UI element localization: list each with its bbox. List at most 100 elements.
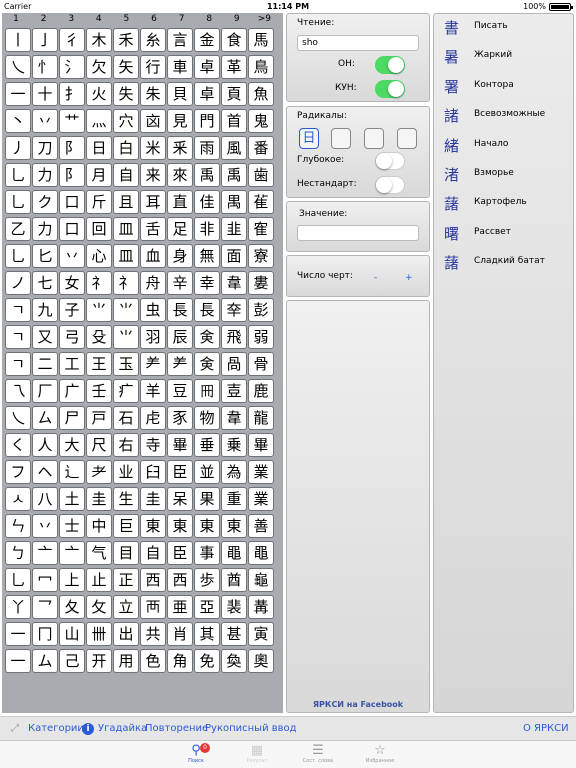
- radical-cell[interactable]: 非: [194, 217, 220, 241]
- radical-cell[interactable]: 丨: [5, 28, 31, 52]
- radical-cell[interactable]: 亞: [194, 595, 220, 619]
- radical-cell[interactable]: 生: [113, 487, 139, 511]
- radical-cell[interactable]: 東: [167, 514, 193, 538]
- radical-cell[interactable]: 糸: [140, 28, 166, 52]
- radical-cell[interactable]: 亠: [59, 541, 85, 565]
- radical-cell[interactable]: 匕: [32, 244, 58, 268]
- radical-cell[interactable]: 戸: [86, 406, 112, 430]
- tab-results[interactable]: ▦ Результ: [227, 743, 287, 764]
- radical-cell[interactable]: 乚: [5, 568, 31, 592]
- radical-cell[interactable]: 釆: [167, 136, 193, 160]
- radical-cell[interactable]: 革: [221, 55, 247, 79]
- result-row[interactable]: 書 Писать: [434, 14, 575, 43]
- radical-cell[interactable]: 番: [248, 136, 274, 160]
- radical-cell[interactable]: ク: [32, 190, 58, 214]
- radical-cell[interactable]: 業: [248, 487, 274, 511]
- radical-cell[interactable]: 果: [194, 487, 220, 511]
- radical-cell[interactable]: 雈: [248, 190, 274, 214]
- radical-cell[interactable]: ⺌: [86, 298, 112, 322]
- radical-slot-2[interactable]: [331, 128, 351, 149]
- radical-cell[interactable]: 矢: [113, 55, 139, 79]
- radical-cell[interactable]: 九: [32, 298, 58, 322]
- radical-cell[interactable]: 無: [194, 244, 220, 268]
- radical-cell[interactable]: 出: [113, 622, 139, 646]
- radical-cell[interactable]: 子: [59, 298, 85, 322]
- radical-cell[interactable]: 目: [113, 541, 139, 565]
- radical-cell[interactable]: 事: [194, 541, 220, 565]
- radical-cell[interactable]: 佳: [194, 190, 220, 214]
- radical-cell[interactable]: 白: [113, 136, 139, 160]
- radical-cell[interactable]: 艹: [59, 109, 85, 133]
- radical-cell[interactable]: 二: [32, 352, 58, 376]
- radical-cell[interactable]: 皿: [113, 244, 139, 268]
- radical-cell[interactable]: 婁: [248, 271, 274, 295]
- radical-slot-3[interactable]: [364, 128, 384, 149]
- radical-cell[interactable]: 角: [167, 649, 193, 673]
- radical-cell[interactable]: 壬: [86, 379, 112, 403]
- tab-search[interactable]: ⚲ 0 Поиск: [166, 743, 226, 764]
- radical-cell[interactable]: 立: [113, 595, 139, 619]
- radical-cell[interactable]: 肖: [167, 622, 193, 646]
- about-button[interactable]: О ЯРКСИ: [523, 723, 569, 734]
- radical-cell[interactable]: ⺶: [140, 352, 166, 376]
- radical-cell[interactable]: 疒: [113, 379, 139, 403]
- radical-cell[interactable]: 丷: [59, 244, 85, 268]
- radical-cell[interactable]: 女: [59, 271, 85, 295]
- radical-cell[interactable]: ㄱ: [5, 352, 31, 376]
- radical-cell[interactable]: 隺: [248, 217, 274, 241]
- stroke-plus-button[interactable]: +: [405, 273, 413, 283]
- radical-cell[interactable]: 乗: [221, 433, 247, 457]
- radical-cell[interactable]: 其: [194, 622, 220, 646]
- result-row[interactable]: 諸 Всевозможные: [434, 102, 575, 131]
- radical-cell[interactable]: 山: [59, 622, 85, 646]
- radical-cell[interactable]: 八: [32, 487, 58, 511]
- radical-cell[interactable]: 石: [113, 406, 139, 430]
- radical-cell[interactable]: 业: [113, 460, 139, 484]
- radical-cell[interactable]: 口: [59, 190, 85, 214]
- radical-cell[interactable]: 一: [5, 622, 31, 646]
- radical-cell[interactable]: 夂: [59, 595, 85, 619]
- result-row[interactable]: 藷 Сладкий батат: [434, 249, 575, 278]
- radical-cell[interactable]: 阝: [59, 163, 85, 187]
- radical-cell[interactable]: 圭: [86, 487, 112, 511]
- radical-cell[interactable]: 奧: [248, 649, 274, 673]
- radical-cell[interactable]: 東: [221, 514, 247, 538]
- kun-toggle[interactable]: [375, 80, 405, 98]
- radical-cell[interactable]: 卓: [194, 55, 220, 79]
- radical-cell[interactable]: 乀: [5, 55, 31, 79]
- radical-cell[interactable]: 襾: [140, 595, 166, 619]
- radical-cell[interactable]: ㄣ: [5, 514, 31, 538]
- radical-cell[interactable]: 飛: [221, 325, 247, 349]
- stroke-minus-button[interactable]: -: [374, 273, 377, 283]
- radical-cell[interactable]: 扌: [59, 82, 85, 106]
- radical-cell[interactable]: 歩: [194, 568, 220, 592]
- radical-cell[interactable]: 卌: [86, 622, 112, 646]
- on-toggle[interactable]: [375, 56, 405, 74]
- radical-cell[interactable]: 王: [86, 352, 112, 376]
- radical-cell[interactable]: 且: [113, 190, 139, 214]
- radical-cell[interactable]: 七: [32, 271, 58, 295]
- radical-cell[interactable]: 己: [59, 649, 85, 673]
- radical-cell[interactable]: 並: [194, 460, 220, 484]
- radical-cell[interactable]: 士: [59, 514, 85, 538]
- radical-cell[interactable]: 㑒: [194, 352, 220, 376]
- radical-cell[interactable]: 回: [86, 217, 112, 241]
- radical-cell[interactable]: 骨: [248, 352, 274, 376]
- radical-cell[interactable]: 西: [140, 568, 166, 592]
- radical-cell[interactable]: 尸: [59, 406, 85, 430]
- radical-cell[interactable]: く: [5, 433, 31, 457]
- radical-cell[interactable]: 為: [221, 460, 247, 484]
- radical-cell[interactable]: 身: [167, 244, 193, 268]
- radical-cell[interactable]: 力: [32, 217, 58, 241]
- radical-cell[interactable]: 一: [5, 82, 31, 106]
- radical-cell[interactable]: 攵: [86, 595, 112, 619]
- radical-cell[interactable]: 止: [86, 568, 112, 592]
- nonstandard-toggle[interactable]: [375, 176, 405, 194]
- radical-cell[interactable]: 礻: [86, 271, 112, 295]
- deep-toggle[interactable]: [375, 152, 405, 170]
- result-row[interactable]: 暑 Жаркий: [434, 43, 575, 72]
- radical-cell[interactable]: 礻: [113, 271, 139, 295]
- radical-cell[interactable]: 𠕁: [194, 379, 220, 403]
- radical-cell[interactable]: 开: [86, 649, 112, 673]
- radical-cell[interactable]: 門: [194, 109, 220, 133]
